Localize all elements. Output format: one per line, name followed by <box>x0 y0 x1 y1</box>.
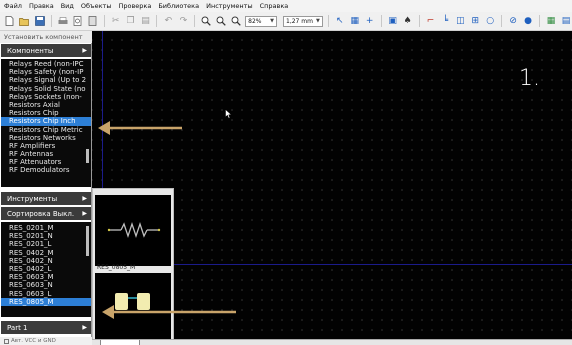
arrow-overlay <box>98 121 236 319</box>
arrow-icon <box>98 121 182 135</box>
arrow-icon <box>102 305 236 319</box>
